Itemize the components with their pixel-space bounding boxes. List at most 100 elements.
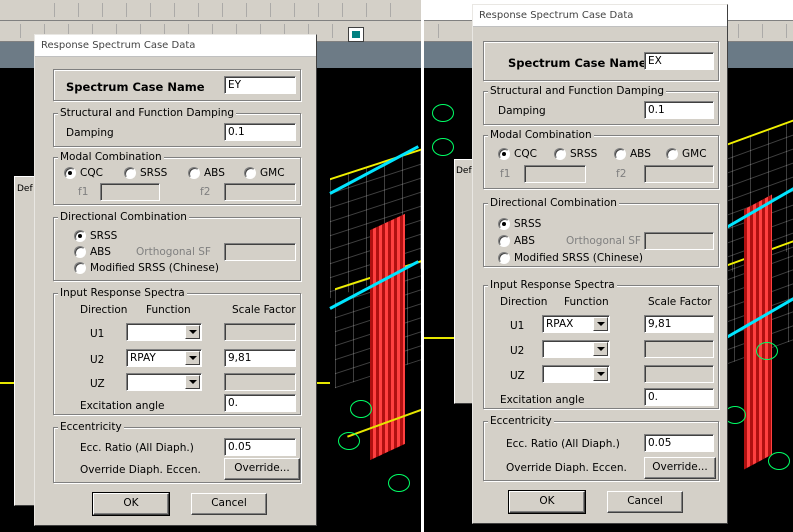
row-uz-scale-input[interactable] xyxy=(224,373,296,391)
row-uz-function-select[interactable] xyxy=(542,365,610,383)
row-u2-direction: U2 xyxy=(510,345,525,357)
cancel-button[interactable]: Cancel xyxy=(607,491,683,513)
chevron-down-icon xyxy=(185,325,200,339)
response-spectrum-dialog: Response Spectrum Case Data Spectrum Cas… xyxy=(34,34,317,526)
orthogonal-sf-input[interactable] xyxy=(644,232,714,250)
row-u1-scale-input[interactable]: 9,81 xyxy=(644,315,714,333)
modal-abs-radio[interactable] xyxy=(614,148,626,160)
dir-srss-radio[interactable] xyxy=(498,218,510,230)
override-diaph-label: Override Diaph. Eccen. xyxy=(506,462,627,474)
spectrum-case-name-label: Spectrum Case Name xyxy=(66,80,205,94)
modal-gmc-radio[interactable] xyxy=(244,167,256,179)
grid-bubble xyxy=(432,138,454,156)
dir-modified-radio[interactable] xyxy=(74,262,86,274)
modal-cqc-radio[interactable] xyxy=(64,167,76,179)
chevron-down-icon xyxy=(593,317,608,331)
chevron-down-icon xyxy=(593,342,608,356)
modal-cqc-label: CQC xyxy=(514,148,537,160)
col-function-header: Function xyxy=(564,296,609,308)
modal-gmc-radio[interactable] xyxy=(666,148,678,160)
eccentricity-label: Eccentricity xyxy=(58,421,124,433)
dir-modified-radio[interactable] xyxy=(498,252,510,264)
spectrum-name-group: Spectrum Case Name EX xyxy=(483,41,719,81)
f1-input[interactable] xyxy=(524,165,586,183)
shear-wall xyxy=(370,213,405,461)
chevron-down-icon xyxy=(593,367,608,381)
orthogonal-sf-label: Orthogonal SF xyxy=(136,246,211,258)
override-button[interactable]: Override... xyxy=(644,457,716,479)
modal-abs-radio[interactable] xyxy=(188,167,200,179)
spectrum-case-name-input[interactable]: EX xyxy=(644,52,714,70)
row-uz-function-select[interactable] xyxy=(126,373,202,391)
row-uz-scale-input[interactable] xyxy=(644,365,714,383)
modal-combination-label: Modal Combination xyxy=(58,151,164,163)
row-u1-function-select[interactable]: RPAX xyxy=(542,315,610,333)
view-button-icon[interactable] xyxy=(348,27,364,42)
row-u2-scale-input[interactable] xyxy=(644,340,714,358)
dialog-titlebar[interactable]: Response Spectrum Case Data xyxy=(35,35,316,57)
grid-bubble xyxy=(432,104,454,122)
directional-combination-group: Directional Combination SRSS ABS Orthogo… xyxy=(483,197,719,267)
col-function-header: Function xyxy=(146,304,191,316)
damping-group-label: Structural and Function Damping xyxy=(488,85,667,97)
dir-abs-label: ABS xyxy=(90,246,111,258)
damping-input[interactable]: 0.1 xyxy=(224,123,296,141)
f1-label: f1 xyxy=(78,186,89,198)
override-button[interactable]: Override... xyxy=(224,458,300,480)
modal-combination-group: Modal Combination CQC SRSS ABS GMC f1 f2 xyxy=(483,129,719,189)
background-dialog-label: Def xyxy=(17,184,33,194)
row-u1-scale-input[interactable] xyxy=(224,323,296,341)
modal-srss-label: SRSS xyxy=(140,167,168,179)
row-u2-function-select[interactable] xyxy=(542,340,610,358)
row-u1-direction: U1 xyxy=(510,320,525,332)
grid-bubble xyxy=(768,452,790,470)
col-direction-header: Direction xyxy=(500,296,548,308)
f2-label: f2 xyxy=(200,186,211,198)
dir-abs-radio[interactable] xyxy=(498,235,510,247)
grid-bubble xyxy=(756,342,778,360)
shear-wall xyxy=(744,194,772,470)
f2-input[interactable] xyxy=(224,183,296,201)
row-u1-function-select[interactable] xyxy=(126,323,202,341)
modal-cqc-radio[interactable] xyxy=(498,148,510,160)
dir-abs-radio[interactable] xyxy=(74,246,86,258)
row-u2-function-select[interactable]: RPAY xyxy=(126,349,202,367)
modal-srss-radio[interactable] xyxy=(554,148,566,160)
f1-input[interactable] xyxy=(100,183,160,201)
directional-combination-group: Directional Combination SRSS ABS Orthogo… xyxy=(53,211,301,281)
damping-input[interactable]: 0.1 xyxy=(644,101,714,119)
grid-bubble xyxy=(350,400,372,418)
dir-modified-label: Modified SRSS (Chinese) xyxy=(514,252,643,264)
modal-abs-label: ABS xyxy=(204,167,225,179)
row-u2-function: RPAY xyxy=(130,352,156,364)
chevron-down-icon xyxy=(185,375,200,389)
ok-button[interactable]: OK xyxy=(508,490,586,514)
orthogonal-sf-input[interactable] xyxy=(224,243,296,261)
modal-srss-radio[interactable] xyxy=(124,167,136,179)
toolbar-buttons[interactable] xyxy=(724,24,793,38)
excitation-angle-input[interactable]: 0. xyxy=(224,394,296,412)
excitation-angle-input[interactable]: 0. xyxy=(644,388,714,406)
input-response-spectra-group: Input Response Spectra Direction Functio… xyxy=(53,287,301,415)
ecc-ratio-input[interactable]: 0.05 xyxy=(644,434,714,452)
modal-combination-group: Modal Combination CQC SRSS ABS GMC f1 f2 xyxy=(53,151,301,205)
modal-cqc-label: CQC xyxy=(80,167,103,179)
grid-bubble xyxy=(388,474,410,492)
cancel-button[interactable]: Cancel xyxy=(191,493,267,515)
response-spectrum-dialog: Response Spectrum Case Data Spectrum Cas… xyxy=(472,4,728,524)
right-screenshot: Def Response Spectrum Case Data Spectrum… xyxy=(424,0,793,532)
dialog-title: Response Spectrum Case Data xyxy=(41,40,196,51)
toolbar-buttons[interactable] xyxy=(40,3,410,17)
eccentricity-group: Eccentricity Ecc. Ratio (All Diaph.) 0.0… xyxy=(483,415,719,481)
row-u1-direction: U1 xyxy=(90,328,105,340)
dir-srss-radio[interactable] xyxy=(74,230,86,242)
row-u2-scale-input[interactable]: 9,81 xyxy=(224,349,296,367)
modal-combination-label: Modal Combination xyxy=(488,129,594,141)
dialog-titlebar[interactable]: Response Spectrum Case Data xyxy=(473,5,727,27)
excitation-angle-label: Excitation angle xyxy=(80,400,165,412)
ecc-ratio-input[interactable]: 0.05 xyxy=(224,438,296,456)
ok-button[interactable]: OK xyxy=(92,492,170,516)
f2-input[interactable] xyxy=(644,165,714,183)
spectrum-case-name-input[interactable]: EY xyxy=(224,76,296,94)
toolbar-buttons[interactable] xyxy=(424,24,454,38)
